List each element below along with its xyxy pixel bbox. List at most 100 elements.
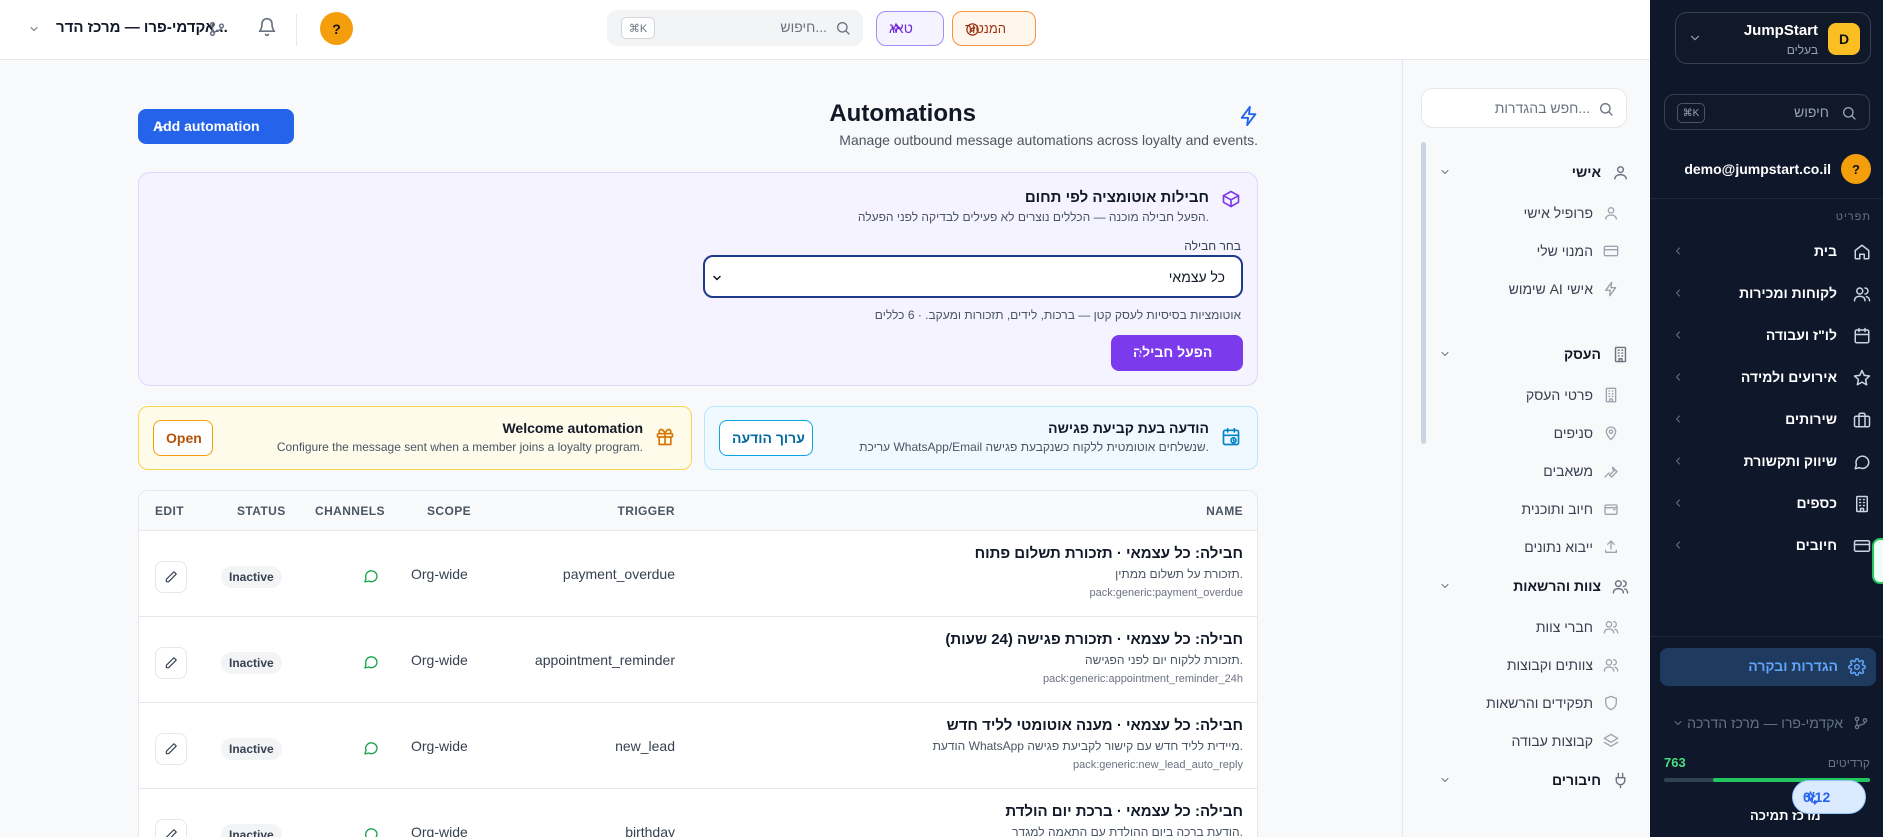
automation-trigger: new_lead — [615, 738, 675, 754]
settings-navigation: חפש בהגדרות... אישי פרופיל אישי המנוי שלי ש… — [1402, 60, 1650, 837]
open-label: Open — [166, 430, 202, 446]
settings-item-1-2[interactable]: משאבים — [1439, 456, 1629, 486]
pencil-icon — [165, 743, 177, 755]
sidebar-item-1[interactable]: לקוחות ומכירות — [1650, 276, 1883, 312]
settings-item-label: תפקידים והרשאות — [1486, 695, 1593, 711]
sidebar-item-0[interactable]: בית — [1650, 234, 1883, 270]
settings-item-label: שימוש AI אישי — [1508, 281, 1593, 297]
global-search-input[interactable]: ⌘K חיפוש... — [607, 10, 863, 46]
building-icon — [1853, 495, 1871, 513]
table-row[interactable]: חבילה: כל עצמאי · תזכורת תשלום פתוח תזכור… — [139, 531, 1257, 617]
zap-icon — [1238, 105, 1260, 127]
edit-button[interactable] — [155, 819, 187, 837]
sidebar-search-input[interactable]: ⌘K חיפוש — [1664, 94, 1870, 130]
user-avatar[interactable]: ? — [320, 12, 353, 45]
search-icon — [1841, 105, 1857, 121]
sidebar-item-settings[interactable]: הגדרות ובקרה — [1660, 648, 1876, 686]
sidebar-item-label: שירותים — [1785, 411, 1837, 427]
apply-pack-button[interactable]: הפעל חבילה — [1111, 335, 1243, 371]
meeting-description: עריכת WhatsApp/Email שנשלחים אוטומטית לל… — [859, 440, 1209, 454]
edit-button[interactable] — [155, 733, 187, 765]
user-profile[interactable]: ? demo@jumpstart.co.il — [1661, 154, 1871, 186]
settings-item-1-1[interactable]: סניפים — [1439, 418, 1629, 448]
workspace-avatar: D — [1828, 23, 1860, 55]
settings-item-2-1[interactable]: צוותים וקבוצות — [1439, 650, 1629, 680]
sparkles-icon — [1133, 345, 1231, 361]
sidebar-item-3[interactable]: אירועים ולמידה — [1650, 360, 1883, 396]
sidebar-item-label: כספים — [1796, 495, 1837, 511]
edit-message-button[interactable]: ערוך הודעה — [719, 420, 813, 456]
workspace-switcher[interactable]: D JumpStart בעלים — [1675, 12, 1871, 64]
chevron-down-icon — [1439, 580, 1451, 592]
status-badge: Inactive — [221, 652, 282, 674]
layers-icon — [1603, 733, 1619, 749]
sidebar-item-label: לו"ז ועבודה — [1765, 327, 1837, 343]
table-header: NAME TRIGGER SCOPE CHANNELS STATUS EDIT — [139, 491, 1257, 531]
automation-scope: Org-wide — [411, 824, 468, 837]
sidebar-item-2[interactable]: לו"ז ועבודה — [1650, 318, 1883, 354]
branch-switcher[interactable]: אקדמי-פרו — מרכז הדר... — [28, 18, 228, 42]
mentor-button[interactable]: המנטור — [952, 11, 1036, 46]
settings-item-1-0[interactable]: פרטי העסק — [1439, 380, 1629, 410]
divider — [296, 14, 297, 46]
sparkles-icon — [889, 22, 931, 36]
message-circle-icon — [363, 654, 379, 670]
settings-group-1[interactable]: העסק — [1439, 340, 1629, 370]
settings-group-label: אישי — [1571, 164, 1601, 180]
settings-item-1-3[interactable]: חיוב ותוכנית — [1439, 494, 1629, 524]
settings-group-3[interactable]: חיבורים — [1439, 766, 1629, 796]
table-row[interactable]: חבילה: כל עצמאי · מענה אוטומטי לליד חדש ה… — [139, 703, 1257, 789]
settings-group-2[interactable]: צוות והרשאות — [1439, 572, 1629, 602]
scrollbar[interactable] — [1421, 142, 1426, 444]
sidebar-item-label: חיובים — [1795, 537, 1837, 553]
sidebar-item-4[interactable]: שירותים — [1650, 402, 1883, 438]
sidebar-branch-switcher[interactable]: אקדמי-פרו — מרכז הדרכה — [1650, 711, 1883, 735]
table-row[interactable]: חבילה: כל עצמאי · ברכת יום הולדת הודעת בר… — [139, 789, 1257, 837]
chevron-down-icon — [1672, 717, 1684, 729]
meeting-title: הודעה בעת קביעת פגישה — [1048, 420, 1209, 436]
workspace-name: JumpStart — [1743, 22, 1818, 39]
settings-item-label: סניפים — [1553, 425, 1593, 441]
message-circle-icon — [363, 826, 379, 837]
settings-group-0[interactable]: אישי — [1439, 158, 1629, 188]
settings-item-0-2[interactable]: שימוש AI אישי — [1439, 274, 1629, 304]
automation-key: pack:generic:appointment_reminder_24h — [1043, 673, 1243, 685]
zap-icon — [1603, 281, 1619, 297]
settings-item-2-3[interactable]: קבוצות עבודה — [1439, 726, 1629, 756]
automation-trigger: birthday — [625, 824, 675, 837]
feedback-tab[interactable] — [1872, 538, 1883, 584]
user-icon — [1603, 205, 1619, 221]
users-icon — [1603, 619, 1619, 635]
table-row[interactable]: חבילה: כל עצמאי · תזכורת פגישה (24 שעות)… — [139, 617, 1257, 703]
settings-item-2-2[interactable]: תפקידים והרשאות — [1439, 688, 1629, 718]
edit-button[interactable] — [155, 561, 187, 593]
message-icon — [1853, 453, 1871, 471]
pack-select[interactable]: כל עצמאי — [703, 255, 1243, 298]
sidebar-item-6[interactable]: כספים — [1650, 486, 1883, 522]
settings-group-label: צוות והרשאות — [1513, 578, 1601, 594]
settings-item-0-0[interactable]: פרופיל אישי — [1439, 198, 1629, 228]
chevron-left-icon — [1672, 497, 1684, 509]
bell-icon[interactable] — [257, 17, 277, 37]
settings-label: הגדרות ובקרה — [1748, 658, 1838, 674]
package-icon — [1221, 189, 1241, 209]
settings-search-input[interactable]: חפש בהגדרות... — [1421, 88, 1627, 128]
plus-icon — [153, 120, 278, 134]
tasks-progress-badge[interactable]: 0/12 — [1792, 780, 1866, 814]
search-placeholder: חיפוש... — [780, 19, 827, 35]
automation-packs-card: חבילות אוטומציה לפי תחום הפעל חבילה מוכנ… — [138, 172, 1258, 386]
chevron-left-icon — [1672, 287, 1684, 299]
settings-item-2-0[interactable]: חברי צוות — [1439, 612, 1629, 642]
tag-button[interactable]: טאג — [876, 11, 944, 46]
settings-item-1-4[interactable]: ייבוא נתונים — [1439, 532, 1629, 562]
settings-item-label: משאבים — [1543, 463, 1593, 479]
sidebar-item-5[interactable]: שיווק ותקשורת — [1650, 444, 1883, 480]
calendar-clock-icon — [1221, 427, 1241, 447]
settings-group-label: העסק — [1563, 346, 1601, 362]
sidebar-item-7[interactable]: חיובים — [1650, 528, 1883, 564]
chevron-left-icon — [1672, 329, 1684, 341]
open-welcome-button[interactable]: Open — [153, 420, 213, 456]
edit-button[interactable] — [155, 647, 187, 679]
add-automation-button[interactable]: Add automation — [138, 109, 294, 144]
settings-item-0-1[interactable]: המנוי שלי — [1439, 236, 1629, 266]
